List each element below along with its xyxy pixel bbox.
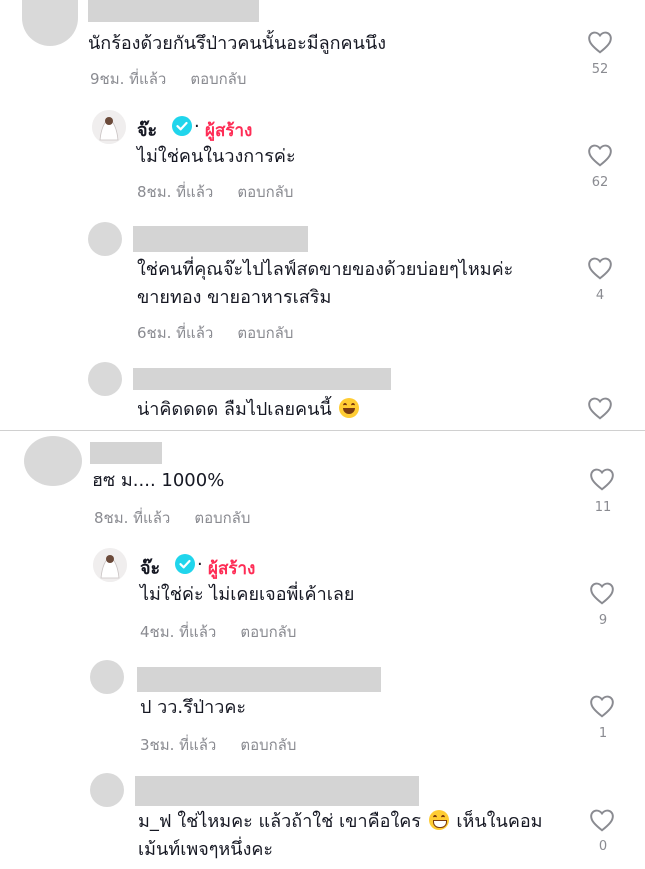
creator-avatar-image bbox=[92, 110, 126, 144]
comment-time: 6ชม. ที่แล้ว bbox=[137, 324, 214, 342]
comment-text: ใช่คนที่คุณจ๊ะไปไลฟ์สดขายของด้วยบ่อยๆไหม… bbox=[137, 259, 514, 280]
comment-meta: 9ชม. ที่แล้ว ตอบกลับ bbox=[90, 67, 246, 91]
reply-button[interactable]: ตอบกลับ bbox=[240, 623, 296, 641]
comment-time: 4ชม. ที่แล้ว bbox=[140, 623, 217, 641]
creator-avatar[interactable] bbox=[92, 110, 126, 144]
username-redacted[interactable] bbox=[135, 776, 419, 806]
like-count: 4 bbox=[595, 288, 605, 303]
avatar[interactable] bbox=[90, 660, 124, 694]
comment-text: น่าคิดดดด ลืมไปเลยคนนี้ bbox=[137, 396, 361, 424]
like-heart-icon[interactable] bbox=[587, 256, 613, 280]
like-heart-icon[interactable] bbox=[589, 808, 615, 832]
comment-meta: 8ชม. ที่แล้ว ตอบกลับ bbox=[94, 506, 250, 530]
comment-meta: 3ชม. ที่แล้ว ตอบกลับ bbox=[140, 733, 296, 757]
comment-text: ไม่ใช่ค่ะ ไม่เคยเจอพี่เค้าเลย bbox=[140, 584, 355, 605]
like-count: 11 bbox=[594, 500, 612, 515]
reply-button[interactable]: ตอบกลับ bbox=[240, 736, 296, 754]
reply-button[interactable]: ตอบกลับ bbox=[237, 324, 293, 342]
verified-badge-icon bbox=[172, 116, 192, 136]
verified-badge-icon bbox=[175, 554, 195, 574]
comment-text: ฮซ ม.... 1000% bbox=[92, 470, 225, 491]
like-heart-icon[interactable] bbox=[587, 30, 613, 54]
creator-name[interactable]: จ๊ะ bbox=[140, 553, 160, 582]
like-heart-icon[interactable] bbox=[589, 581, 615, 605]
avatar[interactable] bbox=[88, 362, 122, 396]
creator-name[interactable]: จ๊ะ bbox=[137, 115, 157, 144]
username-redacted[interactable] bbox=[133, 368, 391, 390]
comment-text: นักร้องด้วยกันรึป่าวคนนั้นอะมีลูกคนนึง bbox=[88, 33, 386, 54]
comment-time: 8ชม. ที่แล้ว bbox=[94, 509, 171, 527]
creator-avatar-image bbox=[93, 548, 127, 582]
comment-text: เม้นท์เพจๆหนึ่งคะ bbox=[138, 839, 274, 860]
username-redacted[interactable] bbox=[137, 667, 381, 692]
comment-text-content: ม_ฟ ใช่ไหมคะ แล้วถ้าใช่ เขาคือใคร bbox=[138, 811, 421, 832]
like-heart-icon[interactable] bbox=[587, 143, 613, 167]
username-redacted[interactable] bbox=[133, 226, 308, 252]
like-count: 0 bbox=[598, 839, 608, 854]
creator-tag: ผู้สร้าง bbox=[205, 121, 253, 141]
comment-text: ม_ฟ ใช่ไหมคะ แล้วถ้าใช่ เขาคือใคร เห็นใน… bbox=[138, 808, 543, 836]
like-count: 62 bbox=[591, 175, 609, 190]
creator-avatar[interactable] bbox=[93, 548, 127, 582]
username-redacted[interactable] bbox=[90, 442, 162, 464]
comment-time: 8ชม. ที่แล้ว bbox=[137, 183, 214, 201]
comment-meta: 8ชม. ที่แล้ว ตอบกลับ bbox=[137, 180, 293, 204]
creator-tag: ผู้สร้าง bbox=[208, 559, 256, 579]
reply-button[interactable]: ตอบกลับ bbox=[237, 183, 293, 201]
comment-meta: 4ชม. ที่แล้ว ตอบกลับ bbox=[140, 620, 296, 644]
like-count: 1 bbox=[598, 726, 608, 741]
comment-time: 3ชม. ที่แล้ว bbox=[140, 736, 217, 754]
comment-text: ไม่ใช่คนในวงการค่ะ bbox=[137, 146, 296, 167]
separator-dot: · bbox=[194, 116, 200, 137]
like-heart-icon[interactable] bbox=[589, 694, 615, 718]
avatar[interactable] bbox=[90, 773, 124, 807]
separator-dot: · bbox=[197, 554, 203, 575]
comment-text-content: เห็นในคอม bbox=[456, 811, 543, 832]
laughing-emoji-icon bbox=[339, 398, 360, 418]
comment-meta: 6ชม. ที่แล้ว ตอบกลับ bbox=[137, 321, 293, 345]
reply-button[interactable]: ตอบกลับ bbox=[190, 70, 246, 88]
comment-text: ป วว.รึป่าวคะ bbox=[140, 697, 247, 718]
comment-text: ขายทอง ขายอาหารเสริม bbox=[137, 287, 332, 308]
like-count: 52 bbox=[591, 62, 609, 77]
comment-text-content: น่าคิดดดด ลืมไปเลยคนนี้ bbox=[137, 399, 332, 420]
thread-divider bbox=[0, 430, 645, 431]
like-heart-icon[interactable] bbox=[589, 467, 615, 491]
like-count: 9 bbox=[598, 613, 608, 628]
avatar[interactable] bbox=[22, 0, 78, 46]
like-heart-icon[interactable] bbox=[587, 396, 613, 420]
comment-time: 9ชม. ที่แล้ว bbox=[90, 70, 167, 88]
username-redacted[interactable] bbox=[88, 0, 259, 22]
grinning-emoji-icon bbox=[428, 810, 449, 830]
avatar[interactable] bbox=[24, 436, 82, 486]
reply-button[interactable]: ตอบกลับ bbox=[194, 509, 250, 527]
avatar[interactable] bbox=[88, 222, 122, 256]
